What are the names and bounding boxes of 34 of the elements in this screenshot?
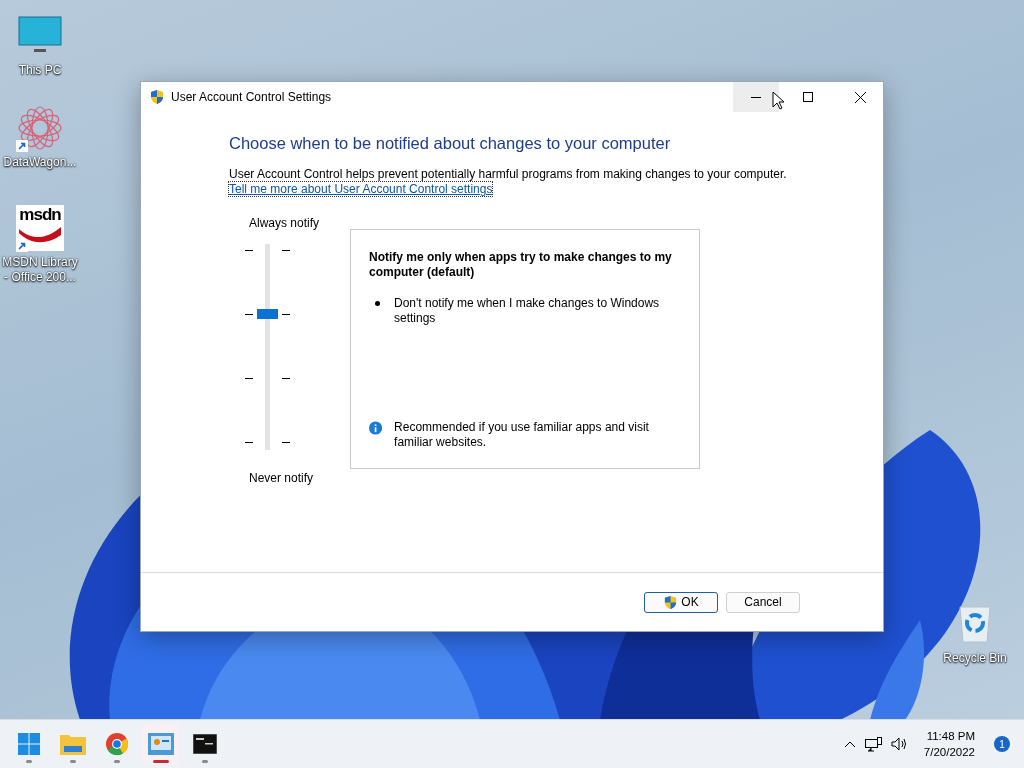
close-icon — [854, 91, 866, 103]
windows-logo-icon — [17, 733, 40, 755]
minimize-button[interactable] — [733, 82, 779, 112]
info-icon — [369, 420, 383, 436]
help-link[interactable]: Tell me more about User Account Control settings — [229, 182, 493, 196]
heading: Choose when to be notified about changes to your computer — [229, 134, 672, 153]
ok-button[interactable]: OK — [644, 591, 718, 613]
maximize-icon — [803, 92, 813, 102]
clock[interactable]: 11:48 PM 7/20/2022 — [923, 728, 975, 760]
volume-icon[interactable] — [890, 737, 909, 751]
shield-icon — [663, 594, 679, 610]
star-pattern-icon — [17, 105, 63, 151]
window-title: User Account Control Settings — [171, 90, 333, 104]
description: User Account Control helps prevent potentially harmful programs from making changes to your computer. — [229, 167, 788, 181]
browser-icon — [104, 732, 129, 756]
level-title: Notify me only when apps try to make changes to my computer (default) — [369, 250, 673, 280]
folder-icon — [59, 733, 86, 755]
notification-badge[interactable]: 1 — [994, 736, 1010, 752]
network-icon[interactable] — [864, 736, 882, 752]
terminal-icon — [192, 734, 217, 754]
msdn-logo: msdn — [16, 205, 64, 251]
chevron-up-icon[interactable] — [843, 740, 856, 748]
recycle-bin-icon — [957, 604, 993, 644]
recommendation-text: Recommended if you use familiar apps and visit familiar websites. — [394, 420, 650, 450]
bullet-text: Don't notify me when I make changes to Windows settings — [394, 296, 661, 326]
minimize-icon — [751, 96, 761, 98]
mouse-cursor-icon — [772, 91, 785, 110]
cancel-button[interactable]: Cancel — [726, 591, 800, 613]
bullet-icon — [375, 301, 380, 306]
slider-bottom-label: Never notify — [249, 471, 314, 485]
slider-top-label: Always notify — [249, 216, 320, 230]
shield-icon — [149, 89, 165, 105]
slider-thumb[interactable] — [257, 308, 278, 319]
control-panel-icon — [147, 733, 174, 755]
